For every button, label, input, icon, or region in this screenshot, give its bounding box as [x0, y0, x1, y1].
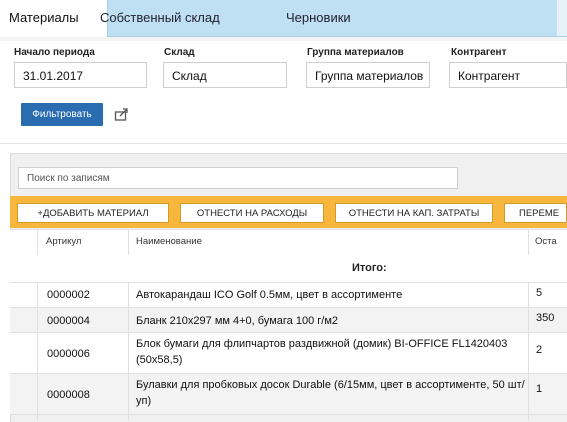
- capex-button[interactable]: ОТНЕСТИ НА КАП. ЗАТРАТЫ: [335, 203, 493, 223]
- counterparty-select[interactable]: Контрагент: [449, 62, 567, 88]
- expense-button[interactable]: ОТНЕСТИ НА РАСХОДЫ: [180, 203, 324, 223]
- row-rest: 2: [536, 344, 543, 356]
- row-name: Бланк 210x297 мм 4+0, бумага 100 г/м2: [136, 315, 339, 327]
- row-rest: 1: [536, 383, 543, 395]
- column-name[interactable]: Наименование: [136, 236, 202, 247]
- row-article: 0000008: [47, 389, 90, 401]
- add-material-button[interactable]: +ДОБАВИТЬ МАТЕРИАЛ: [17, 203, 169, 223]
- tab-materials[interactable]: Материалы: [0, 0, 108, 37]
- section-divider: [0, 143, 567, 144]
- column-divider: [128, 229, 129, 255]
- row-article: 0000006: [47, 348, 90, 360]
- tab-content-divider: [0, 37, 567, 41]
- period-input[interactable]: 31.01.2017: [14, 62, 147, 88]
- row-name: Булавки для пробковых досок Durable (6/1…: [136, 379, 525, 407]
- column-divider: [528, 283, 529, 421]
- move-button[interactable]: ПЕРЕМЕ: [504, 203, 567, 223]
- filter-button[interactable]: Фильтровать: [21, 103, 103, 126]
- material-group-select[interactable]: Группа материалов: [306, 62, 430, 88]
- row-name: Блок бумаги для флипчартов раздвижной (д…: [136, 338, 508, 366]
- row-rest: 350: [536, 312, 555, 324]
- column-divider: [128, 283, 129, 421]
- column-divider: [528, 229, 529, 255]
- column-article[interactable]: Артикул: [46, 236, 81, 247]
- table-header: [10, 229, 567, 257]
- tab-bar-end: [557, 0, 567, 36]
- column-rest[interactable]: Оста: [535, 236, 557, 247]
- row-name: Автокарандаш ICO Golf 0.5мм, цвет в ассо…: [136, 289, 403, 301]
- column-divider: [37, 283, 38, 421]
- warehouse-select[interactable]: Склад: [163, 62, 287, 88]
- row-rest: 5: [536, 287, 543, 299]
- warehouse-label: Склад: [164, 47, 195, 58]
- period-label: Начало периода: [14, 47, 95, 58]
- total-row: [10, 256, 567, 283]
- tab-drafts[interactable]: Черновики: [286, 0, 351, 36]
- row-article: 0000002: [47, 289, 90, 301]
- search-input[interactable]: Поиск по записям: [18, 167, 458, 189]
- counterparty-label: Контрагент: [451, 47, 507, 58]
- row-article: 0000004: [47, 315, 90, 327]
- column-divider: [37, 229, 38, 255]
- total-label: Итого:: [352, 262, 387, 274]
- group-label: Группа материалов: [307, 47, 404, 58]
- export-icon[interactable]: [114, 106, 130, 122]
- tab-own-warehouse[interactable]: Собственный склад: [100, 0, 220, 36]
